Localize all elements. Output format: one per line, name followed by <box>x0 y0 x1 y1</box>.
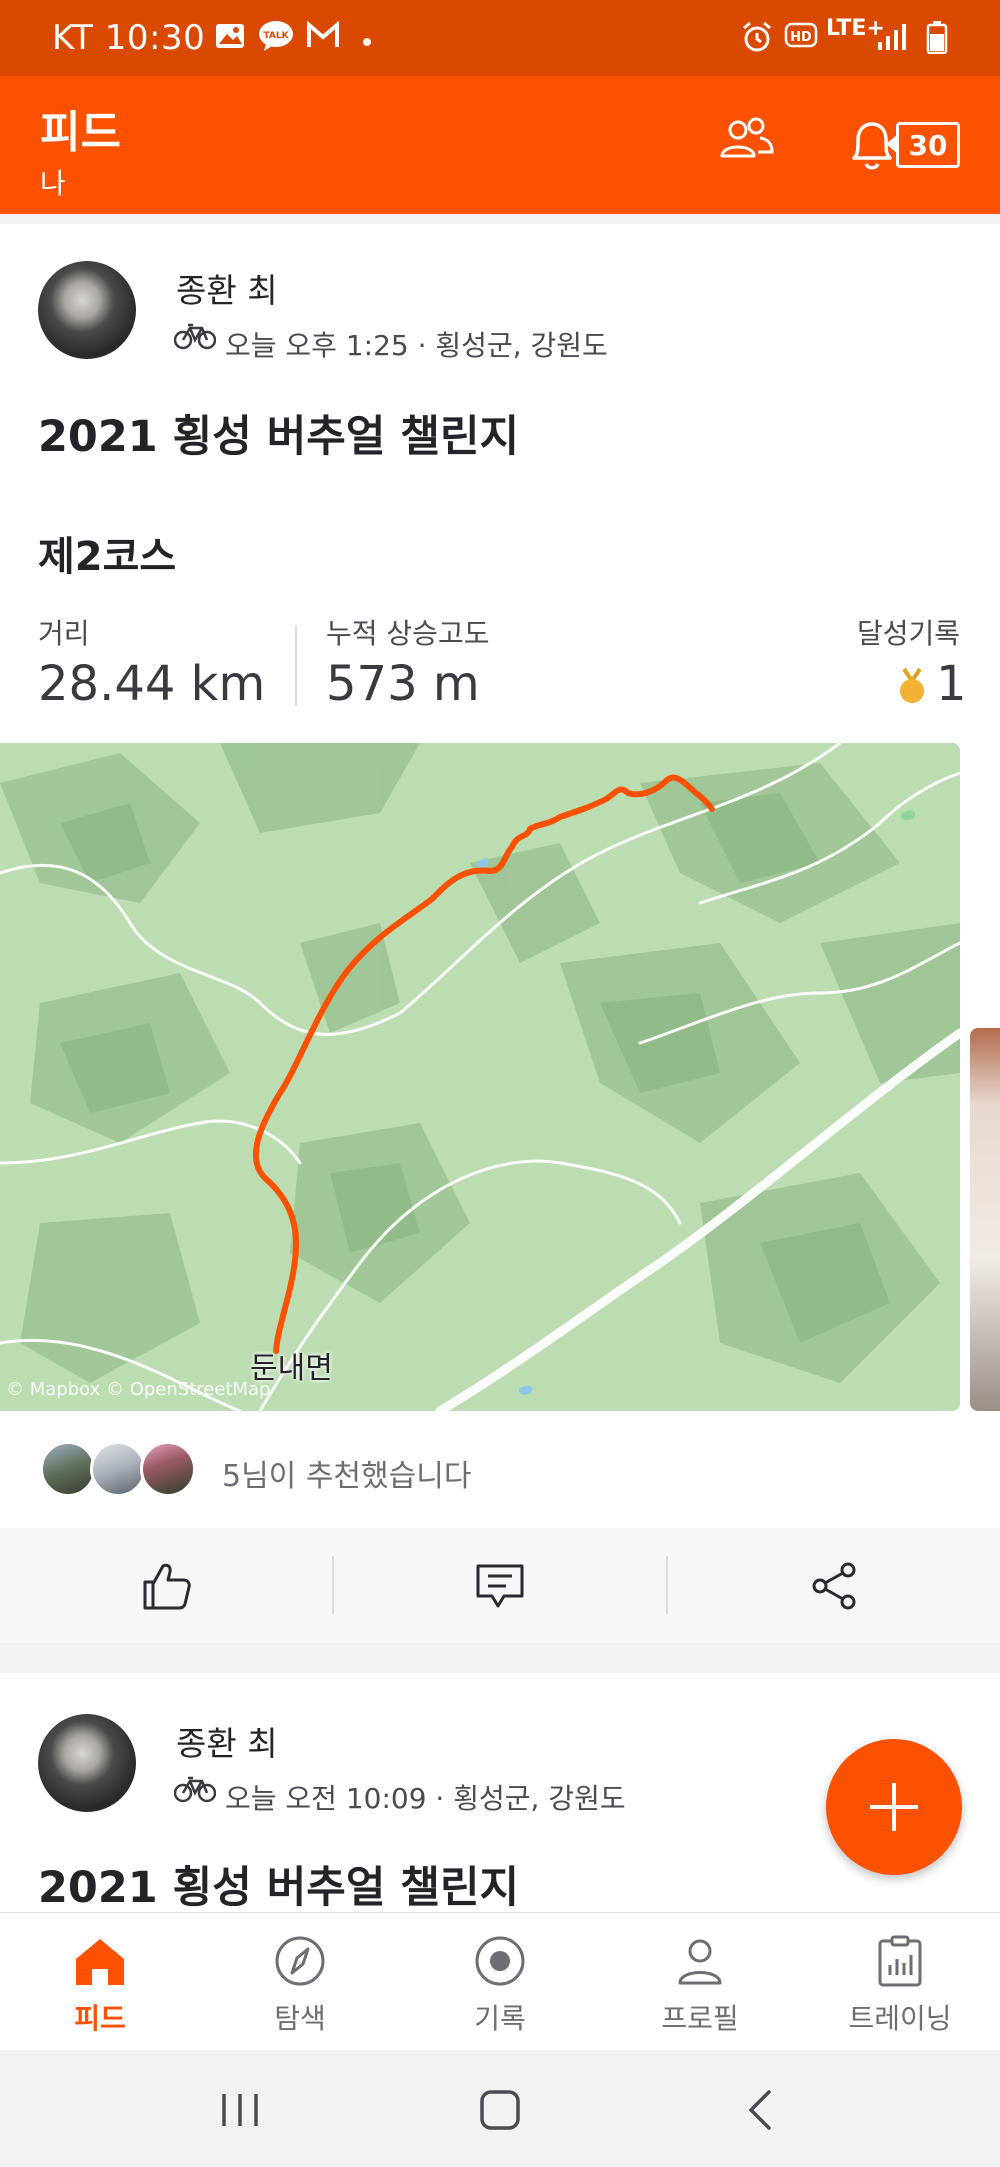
notification-count-badge: 30 <box>896 122 960 168</box>
tab-label: 피드 <box>74 2002 126 2035</box>
talk-icon: TALK <box>258 20 294 56</box>
users-icon <box>720 117 774 158</box>
page-title: 피드 <box>40 107 121 158</box>
tab-profile[interactable]: 프로필 <box>600 1913 800 2051</box>
chevron-left-icon <box>748 2090 771 2130</box>
record-icon <box>475 1936 525 1986</box>
stat-elevation-value: 573 m <box>326 656 480 712</box>
share-icon <box>812 1562 855 1609</box>
recent-apps-button[interactable] <box>160 2070 320 2150</box>
app-header: 피드 나 30 <box>0 76 1000 214</box>
comment-button[interactable] <box>333 1528 666 1643</box>
recents-icon <box>222 2094 258 2126</box>
gmail-icon <box>306 20 340 54</box>
stat-distance-value: 28.44 km <box>38 656 266 712</box>
route-map[interactable]: 둔내면 © Mapbox © OpenStreetMap <box>0 743 960 1411</box>
share-button[interactable] <box>667 1528 1000 1643</box>
notifications-button[interactable]: 30 <box>846 116 966 176</box>
activity-title[interactable]: 2021 횡성 버추얼 챌린지 <box>38 402 519 464</box>
bottom-tab-bar: 피드 탐색 기록 프로필 트레이닝 <box>0 1912 1000 2050</box>
ride-icon <box>173 1775 217 1807</box>
status-bar: KT 10:30 TALK HD LTE+ <box>0 0 1000 76</box>
tab-training[interactable]: 트레이닝 <box>800 1913 1000 2051</box>
map-attribution[interactable]: © Mapbox © OpenStreetMap <box>6 1379 270 1400</box>
gallery-icon <box>214 20 246 56</box>
home-square-icon <box>480 2090 520 2130</box>
ride-icon <box>173 322 217 354</box>
kudos-button[interactable] <box>0 1528 333 1643</box>
stat-distance-label: 거리 <box>38 617 90 650</box>
home-button[interactable] <box>420 2070 580 2150</box>
tab-record[interactable]: 기록 <box>400 1913 600 2051</box>
stat-divider <box>295 626 297 706</box>
page-subtitle[interactable]: 나 <box>40 162 66 202</box>
activity-meta: 오늘 오전 10:09 · 횡성군, 강원도 <box>225 1782 626 1815</box>
badge-pointer <box>886 134 898 154</box>
kudos-row[interactable]: 5님이 추천했습니다 <box>0 1411 1000 1528</box>
stat-achievements-label: 달성기록 <box>856 617 960 650</box>
dot-icon <box>362 32 372 51</box>
training-icon <box>878 1935 922 1987</box>
notification-count: 30 <box>908 128 948 162</box>
svg-text:TALK: TALK <box>263 31 289 41</box>
activity-meta: 오늘 오후 1:25 · 횡성군, 강원도 <box>225 329 608 362</box>
plus-icon <box>870 1783 918 1831</box>
medal-icon <box>898 667 926 711</box>
compass-icon <box>275 1936 325 1986</box>
profile-icon <box>678 1939 722 1985</box>
athlete-name[interactable]: 종환 최 <box>176 1717 278 1765</box>
avatar[interactable] <box>38 1714 136 1812</box>
tab-label: 트레이닝 <box>848 2002 952 2035</box>
alarm-icon <box>740 20 774 58</box>
avatar <box>40 1441 96 1497</box>
next-media-peek[interactable] <box>970 1028 1000 1411</box>
tab-label: 프로필 <box>661 2002 739 2035</box>
find-friends-button[interactable] <box>716 114 780 170</box>
svg-text:HD: HD <box>790 30 812 45</box>
activity-description: 제2코스 <box>38 534 177 580</box>
comment-icon <box>476 1564 523 1607</box>
tab-label: 탐색 <box>274 2002 326 2035</box>
map-graphic <box>0 743 960 1411</box>
status-time: KT 10:30 <box>52 18 206 58</box>
tab-feed[interactable]: 피드 <box>0 1913 200 2051</box>
tab-explore[interactable]: 탐색 <box>200 1913 400 2051</box>
avatar <box>140 1441 196 1497</box>
signal-icon <box>876 20 908 56</box>
post-actions <box>0 1528 1000 1643</box>
back-button[interactable] <box>680 2070 840 2150</box>
stat-achievements-value: 1 <box>936 656 967 712</box>
system-nav-bar <box>0 2050 1000 2167</box>
tab-label: 기록 <box>474 2002 526 2035</box>
activity-title[interactable]: 2021 횡성 버추얼 챌린지 <box>38 1853 519 1915</box>
battery-icon <box>926 20 948 58</box>
avatar <box>90 1441 146 1497</box>
thumbs-up-icon <box>143 1563 191 1609</box>
add-activity-button[interactable] <box>826 1739 962 1875</box>
kudos-text[interactable]: 5님이 추천했습니다 <box>222 1451 471 1495</box>
athlete-name[interactable]: 종환 최 <box>176 264 278 312</box>
hd-icon: HD <box>784 20 818 54</box>
avatar[interactable] <box>38 261 136 359</box>
home-icon <box>76 1939 124 1985</box>
stat-elevation-label: 누적 상승고도 <box>326 617 490 650</box>
